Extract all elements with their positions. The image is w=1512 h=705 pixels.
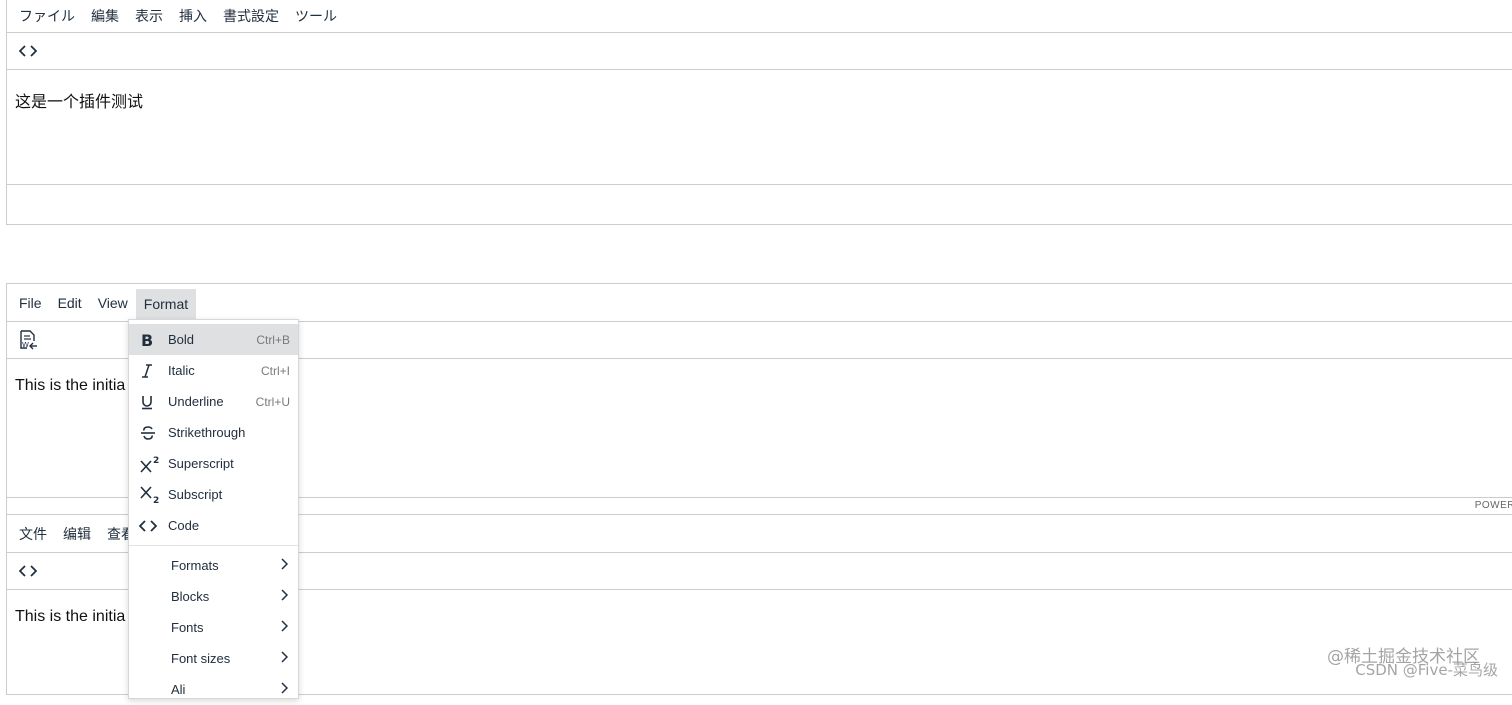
- menu-edit[interactable]: 編集: [83, 1, 127, 32]
- menu-view[interactable]: 表示: [127, 1, 171, 32]
- menu-edit[interactable]: 编辑: [55, 515, 99, 553]
- subscript-icon: 2: [139, 485, 165, 504]
- menu-item-fonts[interactable]: Fonts: [129, 612, 298, 643]
- svg-text:B: B: [141, 332, 153, 348]
- menu-item-underline[interactable]: Underline Ctrl+U: [129, 386, 298, 417]
- menu-item-italic[interactable]: Italic Ctrl+I: [129, 355, 298, 386]
- chevron-right-icon: [280, 651, 289, 666]
- menu-file[interactable]: ファイル: [11, 1, 83, 32]
- chevron-right-icon: [280, 620, 289, 635]
- powered-by-label: POWER: [1474, 500, 1512, 511]
- svg-text:W: W: [22, 341, 29, 349]
- menu-item-blocks[interactable]: Blocks: [129, 581, 298, 612]
- statusbar: [7, 184, 1512, 201]
- bold-icon: B: [139, 332, 165, 348]
- menu-file[interactable]: 文件: [11, 515, 55, 553]
- code-icon: [19, 565, 37, 577]
- menu-edit[interactable]: Edit: [50, 284, 90, 322]
- menu-view[interactable]: View: [90, 284, 136, 322]
- menu-item-bold[interactable]: B Bold Ctrl+B: [129, 324, 298, 355]
- menu-item-formats[interactable]: Formats: [129, 550, 298, 581]
- watermark-csdn: CSDN @Five-菜鸟级: [1355, 661, 1498, 679]
- menu-item-strikethrough[interactable]: Strikethrough: [129, 417, 298, 448]
- chevron-right-icon: [280, 589, 289, 604]
- code-icon: [139, 519, 165, 533]
- chevron-right-icon: [280, 682, 289, 697]
- menu-file[interactable]: File: [11, 284, 50, 322]
- word-import-button[interactable]: W: [17, 329, 39, 351]
- menu-tools[interactable]: ツール: [287, 1, 345, 32]
- toolbar: [7, 33, 1512, 70]
- menu-item-align[interactable]: Ali: [129, 674, 298, 705]
- menu-format[interactable]: 書式設定: [215, 1, 287, 32]
- code-button[interactable]: [17, 40, 39, 62]
- menu-separator: [129, 545, 298, 546]
- underline-icon: [139, 394, 165, 410]
- italic-icon: [139, 363, 165, 379]
- superscript-icon: 2: [139, 455, 165, 473]
- svg-text:2: 2: [153, 456, 159, 466]
- editor-japanese: ファイル 編集 表示 挿入 書式設定 ツール 这是一个插件测试: [6, 0, 1512, 225]
- format-dropdown-menu: B Bold Ctrl+B Italic Ctrl+I Underline Ct…: [128, 319, 299, 699]
- menubar: ファイル 編集 表示 挿入 書式設定 ツール: [7, 1, 1512, 33]
- code-icon: [19, 45, 37, 57]
- word-document-icon: W: [20, 330, 37, 350]
- menu-format[interactable]: Format: [135, 288, 197, 320]
- editor-content[interactable]: 这是一个插件测试: [7, 70, 1512, 184]
- menu-item-subscript[interactable]: 2 Subscript: [129, 479, 298, 510]
- menu-item-code[interactable]: Code: [129, 510, 298, 541]
- menubar: File Edit View Format: [7, 284, 1512, 322]
- svg-text:2: 2: [153, 496, 159, 504]
- code-button[interactable]: [17, 560, 39, 582]
- strikethrough-icon: [139, 425, 165, 441]
- chevron-right-icon: [280, 558, 289, 573]
- menu-item-font-sizes[interactable]: Font sizes: [129, 643, 298, 674]
- menu-insert[interactable]: 挿入: [171, 1, 215, 32]
- menu-item-superscript[interactable]: 2 Superscript: [129, 448, 298, 479]
